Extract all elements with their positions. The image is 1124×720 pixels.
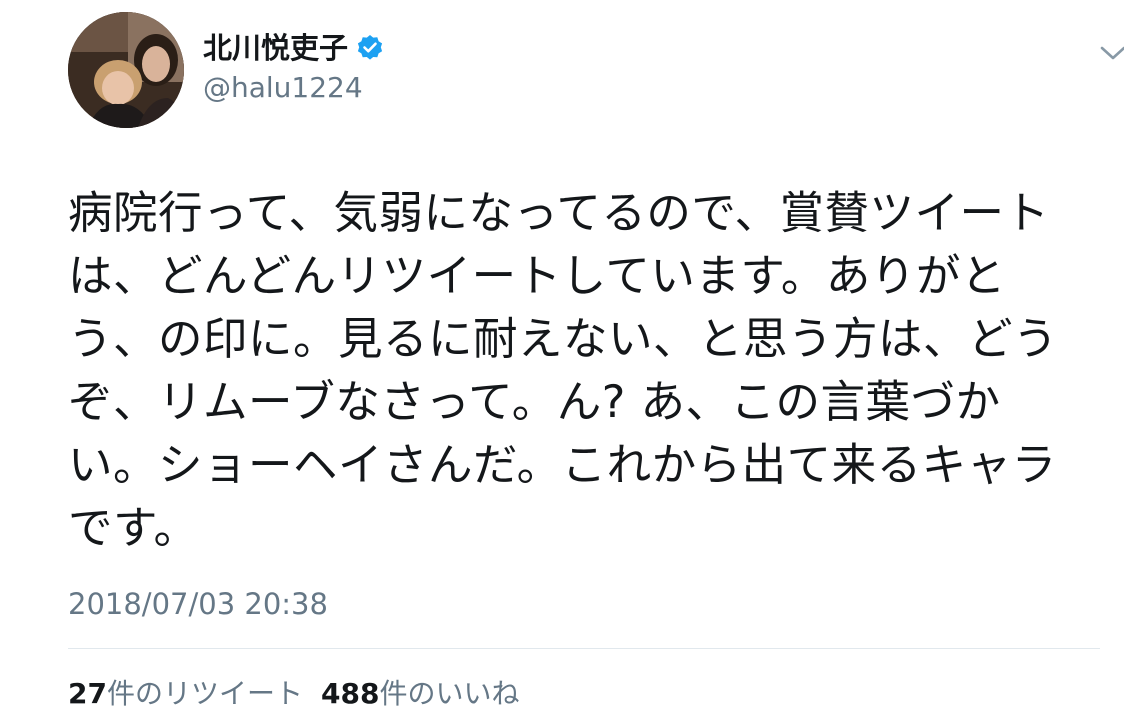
verified-badge-icon <box>356 34 384 62</box>
like-label: 件のいいね <box>379 677 520 710</box>
like-count-link[interactable]: 488 件のいいね <box>321 674 519 714</box>
author-handle[interactable]: @halu1224 <box>203 68 363 108</box>
display-name[interactable]: 北川悦吏子 <box>203 28 348 68</box>
avatar[interactable] <box>68 12 184 128</box>
retweet-count-link[interactable]: 27 件のリツイート <box>68 674 303 714</box>
like-count: 488 <box>320 677 380 710</box>
divider <box>68 648 1100 649</box>
profile-photo-icon <box>68 12 184 128</box>
chevron-down-icon[interactable] <box>1098 40 1124 66</box>
retweet-label: 件のリツイート <box>106 677 303 710</box>
tweet-stats: 27 件のリツイート 488 件のいいね <box>68 674 537 714</box>
retweet-count: 27 <box>68 677 107 710</box>
tweet-detail: 北川悦吏子 @halu1224 病院行って、気弱になってるので、賞賛ツイート は… <box>0 0 1124 720</box>
author-row: 北川悦吏子 <box>203 28 384 68</box>
tweet-timestamp[interactable]: 2018/07/03 20:38 <box>68 584 328 624</box>
tweet-text: 病院行って、気弱になってるので、賞賛ツイート は、どんどんリツイートしています。… <box>68 188 1059 554</box>
